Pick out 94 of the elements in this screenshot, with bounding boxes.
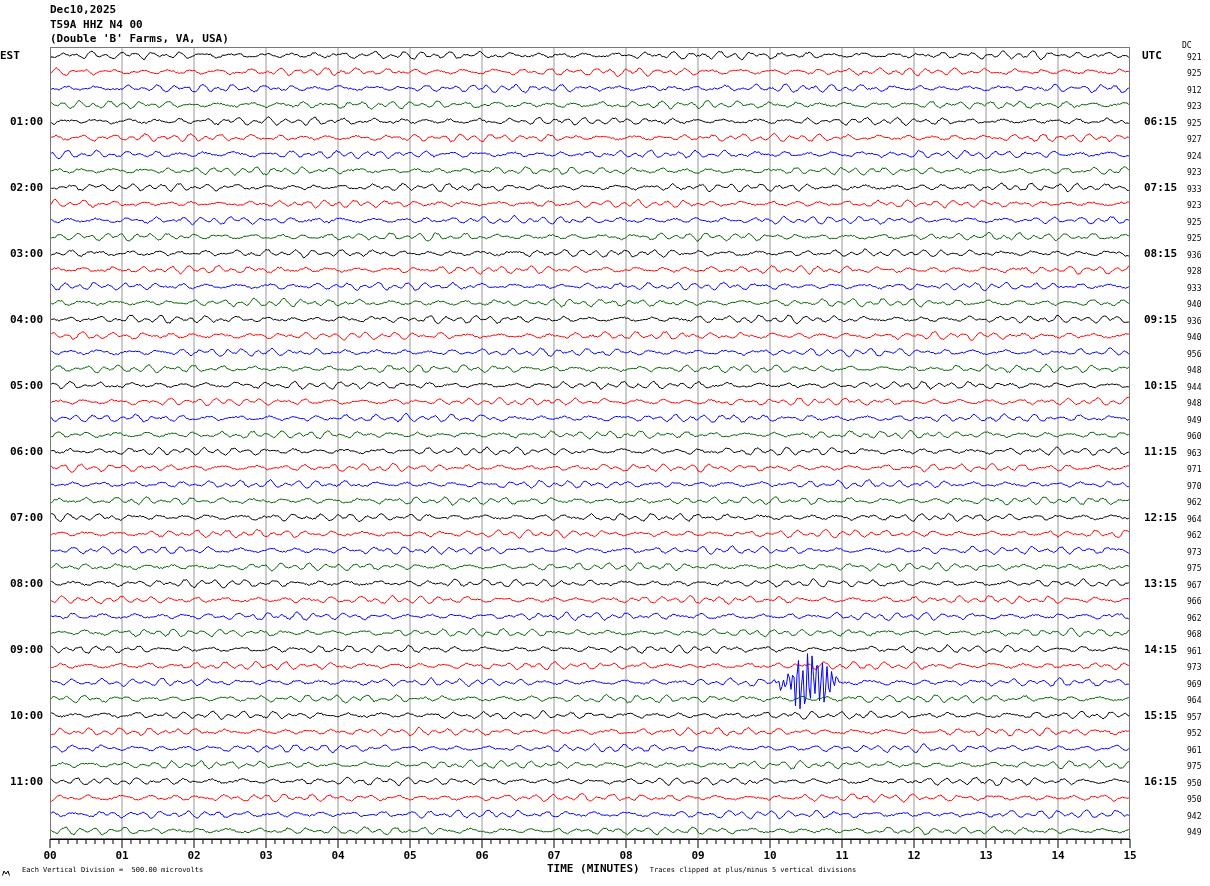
dc-offset-value: 962 — [1187, 531, 1202, 541]
hour-label: 06:00 — [10, 444, 44, 458]
dc-offset-value: 949 — [1187, 415, 1202, 425]
dc-offset-value: 923 — [1187, 168, 1202, 178]
dc-offset-value: 961 — [1187, 745, 1202, 755]
hour-label: 10:00 — [10, 708, 44, 722]
dc-offset-value: 962 — [1187, 498, 1202, 508]
axis-tick-label: 13 — [979, 849, 993, 862]
hour-label: 13:15 — [1144, 576, 1178, 590]
dc-offset-value: 957 — [1187, 712, 1202, 722]
dc-offset-value: 971 — [1187, 465, 1202, 475]
dc-offset-value: 973 — [1187, 663, 1202, 673]
dc-offset-value: 966 — [1187, 597, 1202, 607]
hour-label: 06:15 — [1144, 114, 1178, 128]
axis-title: TIME (MINUTES) — [547, 862, 640, 875]
hour-label: 08:15 — [1144, 246, 1178, 260]
dc-offset-value: 942 — [1187, 811, 1202, 821]
hour-label: 05:00 — [10, 378, 44, 392]
dc-offset-value: 948 — [1187, 399, 1202, 409]
dc-offset-value: 927 — [1187, 135, 1202, 145]
dc-offset-value: 949 — [1187, 828, 1202, 838]
location-label: (Double 'B' Farms, VA, USA) — [50, 32, 229, 47]
dc-offset-value: 967 — [1187, 580, 1202, 590]
dc-offset-value: 968 — [1187, 630, 1202, 640]
dc-offset-value: 948 — [1187, 366, 1202, 376]
hour-label: 07:15 — [1144, 180, 1178, 194]
hour-label: 12:15 — [1144, 510, 1178, 524]
dc-offset-value: 970 — [1187, 481, 1202, 491]
station-label: T59A HHZ N4 00 — [50, 17, 143, 32]
axis-tick-label: 06 — [475, 849, 489, 862]
hour-label: 16:15 — [1144, 774, 1178, 788]
axis-tick-label: 04 — [331, 849, 345, 862]
dc-offset-value: 969 — [1187, 679, 1202, 689]
dc-offset-value: 925 — [1187, 118, 1202, 128]
axis-tick-label: 05 — [403, 849, 417, 862]
date-label: Dec10,2025 — [50, 3, 117, 18]
hour-label: 09:00 — [10, 642, 44, 656]
timezone-label: UTC — [1142, 48, 1162, 62]
dc-offset-value: 962 — [1187, 613, 1202, 623]
dc-offset-value: 936 — [1187, 316, 1202, 326]
hour-label: 10:15 — [1144, 378, 1178, 392]
axis-tick-label: 15 — [1123, 849, 1137, 862]
dc-offset-value: 925 — [1187, 217, 1202, 227]
dc-offset-value: 952 — [1187, 729, 1202, 739]
dc-offset-value: 960 — [1187, 432, 1202, 442]
dc-offset-value: 950 — [1187, 795, 1202, 805]
hour-label: 02:00 — [10, 180, 44, 194]
axis-tick-label: 00 — [43, 849, 57, 862]
dc-offset-value: 933 — [1187, 184, 1202, 194]
axis-tick-label: 14 — [1051, 849, 1065, 862]
dc-offset-value: 964 — [1187, 514, 1202, 524]
axis-tick-label: 08 — [619, 849, 633, 862]
dc-offset-value: 950 — [1187, 778, 1202, 788]
axis-tick-label: 02 — [187, 849, 201, 862]
axis-tick-label: 12 — [907, 849, 921, 862]
dc-offset-value: 925 — [1187, 69, 1202, 79]
hour-label: 14:15 — [1144, 642, 1178, 656]
dc-offset-value: 933 — [1187, 283, 1202, 293]
axis-tick-label: 11 — [835, 849, 849, 862]
hour-label: 01:00 — [10, 114, 44, 128]
dc-offset-value: 923 — [1187, 102, 1202, 112]
dc-offset-value: 944 — [1187, 382, 1202, 392]
dc-offset-value: 975 — [1187, 564, 1202, 574]
dc-offset-value: 940 — [1187, 333, 1202, 343]
hour-label: 07:00 — [10, 510, 44, 524]
dc-offset-value: 975 — [1187, 762, 1202, 772]
dc-offset-value: 923 — [1187, 201, 1202, 211]
hour-label: 03:00 — [10, 246, 44, 260]
hour-label: 15:15 — [1144, 708, 1178, 722]
dc-offset-value: 925 — [1187, 234, 1202, 244]
timezone-label: EST — [0, 48, 20, 62]
hour-label: 11:15 — [1144, 444, 1178, 458]
dc-offset-value: 940 — [1187, 300, 1202, 310]
axis-tick-label: 01 — [115, 849, 129, 862]
axis-tick-label: 10 — [763, 849, 777, 862]
hour-label: 08:00 — [10, 576, 44, 590]
axis-tick-label: 09 — [691, 849, 705, 862]
axis-tick-label: 07 — [547, 849, 561, 862]
axis-tick-label: 03 — [259, 849, 273, 862]
dc-label: DC — [1182, 41, 1192, 50]
dc-offset-value: 928 — [1187, 267, 1202, 277]
dc-offset-value: 964 — [1187, 696, 1202, 706]
logo-icon — [2, 870, 10, 876]
dc-offset-value: 956 — [1187, 349, 1202, 359]
dc-offset-value: 963 — [1187, 448, 1202, 458]
dc-offset-value: 912 — [1187, 85, 1202, 95]
dc-offset-value: 921 — [1187, 52, 1202, 62]
hour-label: 04:00 — [10, 312, 44, 326]
hour-label: 11:00 — [10, 774, 44, 788]
hour-label: 09:15 — [1144, 312, 1178, 326]
dc-offset-value: 936 — [1187, 250, 1202, 260]
dc-offset-value: 924 — [1187, 151, 1202, 161]
dc-offset-value: 973 — [1187, 547, 1202, 557]
dc-offset-value: 961 — [1187, 646, 1202, 656]
